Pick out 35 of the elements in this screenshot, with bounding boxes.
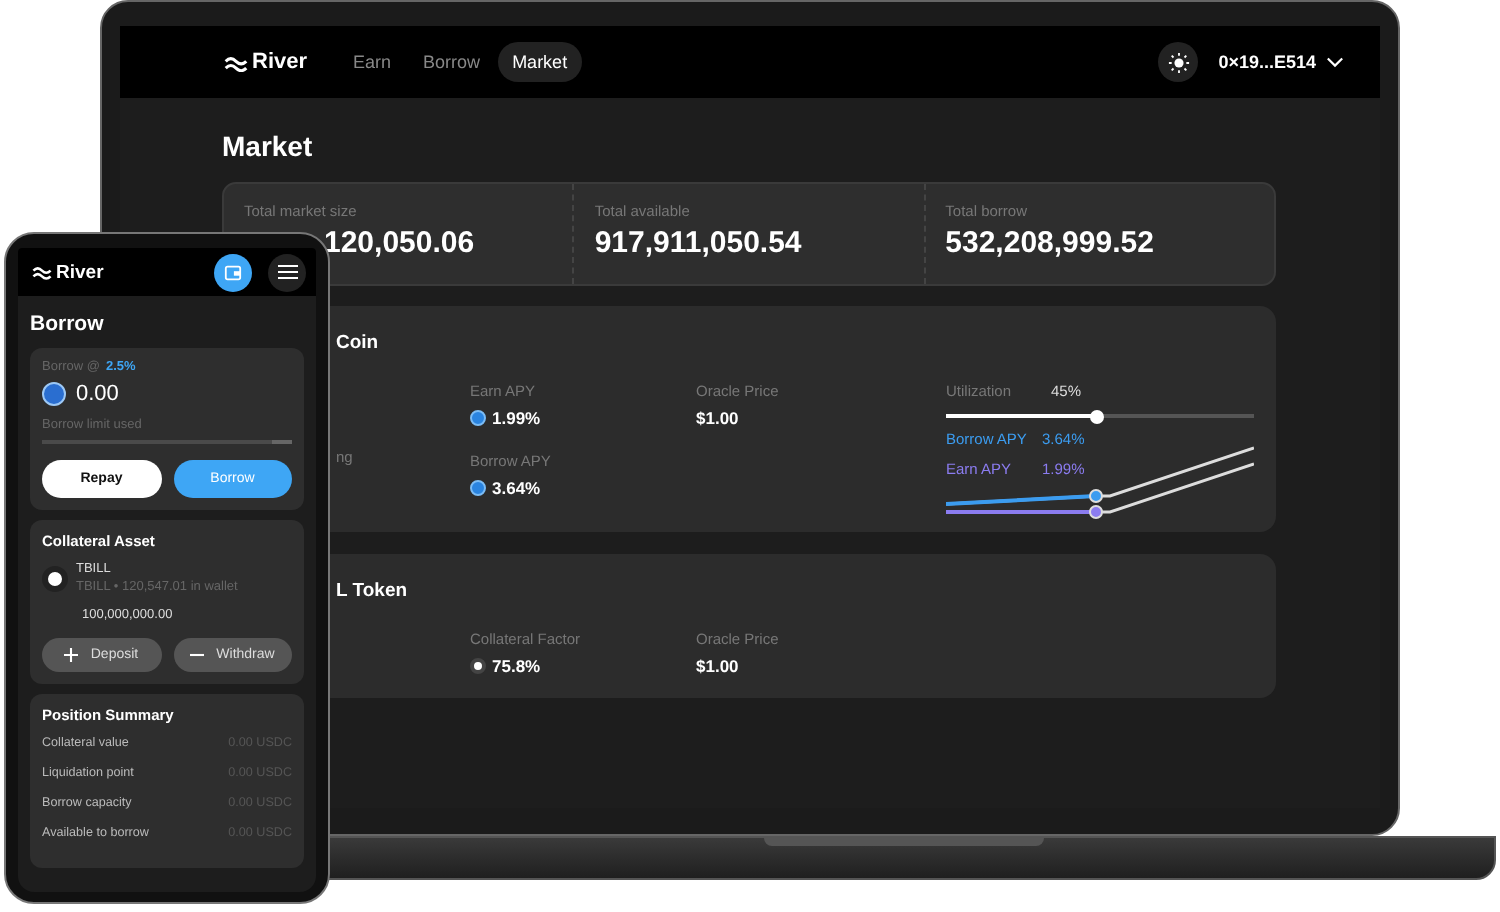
waves-icon (32, 264, 52, 280)
stat-value: 917,911,050.54 (594, 226, 804, 260)
page-title: Borrow (30, 312, 106, 336)
menu-icon (277, 264, 297, 280)
minus-icon (190, 648, 205, 662)
field-value: $1.00 (696, 656, 741, 676)
asset-icon (42, 565, 68, 591)
chevron-down-icon[interactable] (1326, 56, 1344, 68)
field-value: 3.64% (492, 478, 541, 498)
plus-icon (64, 648, 79, 662)
stat-value: 532,208,999.52 (945, 226, 1156, 260)
menu-button[interactable] (268, 253, 306, 291)
page-title: Market (222, 130, 315, 162)
field-value: 1.99% (492, 408, 541, 428)
nav-tab[interactable]: Earn (339, 42, 406, 82)
brand-name: River (252, 50, 308, 74)
field-value: $1.00 (696, 408, 741, 428)
waves-icon (224, 53, 248, 71)
stat-value: 120,050.06 (322, 226, 477, 260)
account-button[interactable]: 0×19...E514 (1218, 52, 1316, 72)
market-title: L Token (336, 580, 410, 602)
token-icon (470, 658, 486, 674)
field-value: 75.8% (492, 656, 541, 676)
borrow-amount: 0.00 (76, 382, 119, 406)
wallet-icon (224, 263, 242, 281)
token-icon (470, 480, 486, 496)
theme-toggle-button[interactable] (1158, 42, 1199, 82)
sun-icon (1167, 51, 1190, 73)
coin-icon (42, 382, 66, 406)
nav-tab[interactable]: Market (498, 42, 582, 82)
brand-name: River (56, 261, 104, 283)
nav-tab[interactable]: Borrow (409, 42, 495, 82)
market-title: Coin (336, 332, 381, 354)
token-icon (470, 410, 486, 426)
wallet-button[interactable] (214, 253, 252, 291)
